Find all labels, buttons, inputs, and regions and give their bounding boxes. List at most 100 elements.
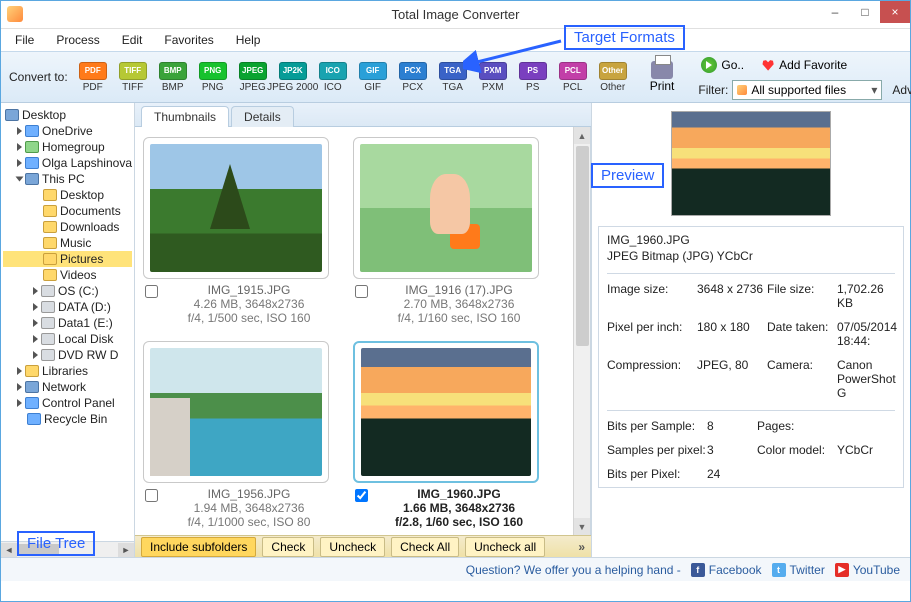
file-tree[interactable]: Desktop OneDriveHomegroupOlga Lapshinova… xyxy=(1,103,134,541)
thumbnail-checkbox[interactable] xyxy=(145,489,158,502)
folder-icon xyxy=(43,189,57,201)
format-ps[interactable]: PSPS xyxy=(516,62,550,93)
more-button[interactable]: » xyxy=(578,540,585,554)
tree-item[interactable]: Libraries xyxy=(3,363,132,379)
expand-icon[interactable] xyxy=(17,383,22,391)
tree-item[interactable]: Desktop xyxy=(3,187,132,203)
tree-item-label: OneDrive xyxy=(42,124,93,138)
check-all-button[interactable]: Check All xyxy=(391,537,459,557)
tree-item[interactable]: Homegroup xyxy=(3,139,132,155)
tree-item[interactable]: Network xyxy=(3,379,132,395)
maximize-button[interactable]: □ xyxy=(850,1,880,23)
tab-details[interactable]: Details xyxy=(231,106,294,127)
scroll-down-button[interactable]: ▼ xyxy=(574,518,590,535)
tree-item[interactable]: OS (C:) xyxy=(3,283,132,299)
tree-item[interactable]: Music xyxy=(3,235,132,251)
thumbnail-checkbox[interactable] xyxy=(355,285,368,298)
format-ico[interactable]: ICOICO xyxy=(316,62,350,93)
format-jpeg2000[interactable]: JP2KJPEG 2000 xyxy=(276,62,310,93)
expand-icon[interactable] xyxy=(33,287,38,295)
youtube-link[interactable]: ▶YouTube xyxy=(835,563,900,577)
format-png[interactable]: PNGPNG xyxy=(196,62,230,93)
uncheck-all-button[interactable]: Uncheck all xyxy=(465,537,545,557)
expand-icon[interactable] xyxy=(33,303,38,311)
thumbnail-card[interactable]: IMG_1916 (17).JPG2.70 MB, 3648x2736f/4, … xyxy=(351,137,541,325)
expand-icon[interactable] xyxy=(17,143,22,151)
expand-icon[interactable] xyxy=(17,367,22,375)
tree-item[interactable]: Documents xyxy=(3,203,132,219)
format-tiff[interactable]: TIFFTIFF xyxy=(116,62,150,93)
facebook-link[interactable]: fFacebook xyxy=(691,563,762,577)
check-button[interactable]: Check xyxy=(262,537,314,557)
advanced-filter-link[interactable]: Advanced filter xyxy=(892,83,911,97)
format-pdf[interactable]: PDFPDF xyxy=(76,62,110,93)
close-button[interactable]: × xyxy=(880,1,910,23)
minimize-button[interactable]: – xyxy=(820,1,850,23)
scroll-left-button[interactable]: ◄ xyxy=(1,543,17,557)
tree-item[interactable]: Recycle Bin xyxy=(3,411,132,427)
format-bmp[interactable]: BMPBMP xyxy=(156,62,190,93)
app-icon xyxy=(7,6,23,22)
menu-process[interactable]: Process xyxy=(52,31,103,49)
expand-icon[interactable] xyxy=(33,335,38,343)
expand-icon[interactable] xyxy=(16,177,24,182)
tree-item[interactable]: Local Disk xyxy=(3,331,132,347)
tree-root[interactable]: Desktop xyxy=(3,107,132,123)
format-badge: PDF xyxy=(79,62,107,80)
tree-item[interactable]: DATA (D:) xyxy=(3,299,132,315)
format-pcl[interactable]: PCLPCL xyxy=(556,62,590,93)
expand-icon[interactable] xyxy=(17,159,22,167)
format-jpeg[interactable]: JPEGJPEG xyxy=(236,62,270,93)
tree-item[interactable]: This PC xyxy=(3,171,132,187)
thumbnail-checkbox[interactable] xyxy=(145,285,158,298)
go-button[interactable]: Go.. xyxy=(694,54,751,76)
thumbnail-image xyxy=(361,348,531,476)
scroll-right-button[interactable]: ► xyxy=(118,543,134,557)
tree-item-label: Local Disk xyxy=(58,332,113,346)
preview-image-frame xyxy=(671,111,831,216)
tree-item[interactable]: Control Panel xyxy=(3,395,132,411)
tree-scrollbar[interactable]: ◄ ► xyxy=(1,541,134,557)
menu-edit[interactable]: Edit xyxy=(118,31,147,49)
tree-item-label: Pictures xyxy=(60,252,103,266)
filter-dropdown[interactable]: All supported files ▾ xyxy=(732,80,882,100)
tree-item[interactable]: Pictures xyxy=(3,251,132,267)
tree-item[interactable]: DVD RW D xyxy=(3,347,132,363)
twitter-link[interactable]: tTwitter xyxy=(772,563,825,577)
scroll-thumb[interactable] xyxy=(576,146,589,346)
format-pxm[interactable]: PXMPXM xyxy=(476,62,510,93)
tree-item-label: Videos xyxy=(60,268,96,282)
tree-item[interactable]: Videos xyxy=(3,267,132,283)
thumbnail-checkbox[interactable] xyxy=(355,489,368,502)
vertical-scrollbar[interactable]: ▲ ▼ xyxy=(573,127,590,535)
expand-icon[interactable] xyxy=(33,319,38,327)
menu-file[interactable]: File xyxy=(11,31,38,49)
menu-help[interactable]: Help xyxy=(232,31,265,49)
tree-item[interactable]: Data1 (E:) xyxy=(3,315,132,331)
scroll-up-button[interactable]: ▲ xyxy=(574,127,590,144)
tab-thumbnails[interactable]: Thumbnails xyxy=(141,106,229,127)
format-label: TGA xyxy=(442,82,463,93)
format-tga[interactable]: TGATGA xyxy=(436,62,470,93)
add-favorite-button[interactable]: Add Favorite xyxy=(761,58,847,72)
thumbnail-card[interactable]: IMG_1956.JPG1.94 MB, 3648x2736f/4, 1/100… xyxy=(141,341,331,529)
tree-item[interactable]: Downloads xyxy=(3,219,132,235)
format-gif[interactable]: GIFGIF xyxy=(356,62,390,93)
menu-favorites[interactable]: Favorites xyxy=(160,31,217,49)
tree-item-label: Network xyxy=(42,380,86,394)
expand-icon[interactable] xyxy=(17,399,22,407)
scroll-thumb[interactable] xyxy=(19,544,59,556)
uncheck-button[interactable]: Uncheck xyxy=(320,537,385,557)
format-other[interactable]: OtherOther xyxy=(596,62,630,93)
thumbnail-card[interactable]: IMG_1960.JPG1.66 MB, 3648x2736f/2.8, 1/6… xyxy=(351,341,541,529)
tree-item[interactable]: OneDrive xyxy=(3,123,132,139)
preview-filename: IMG_1960.JPG xyxy=(607,233,895,247)
tree-item[interactable]: Olga Lapshinova xyxy=(3,155,132,171)
thumbnail-card[interactable]: IMG_1915.JPG4.26 MB, 3648x2736f/4, 1/500… xyxy=(141,137,331,325)
print-button[interactable]: Print xyxy=(650,61,675,93)
prop-cell: Color model: xyxy=(757,443,837,457)
include-subfolders-button[interactable]: Include subfolders xyxy=(141,537,256,557)
expand-icon[interactable] xyxy=(17,127,22,135)
format-pcx[interactable]: PCXPCX xyxy=(396,62,430,93)
expand-icon[interactable] xyxy=(33,351,38,359)
